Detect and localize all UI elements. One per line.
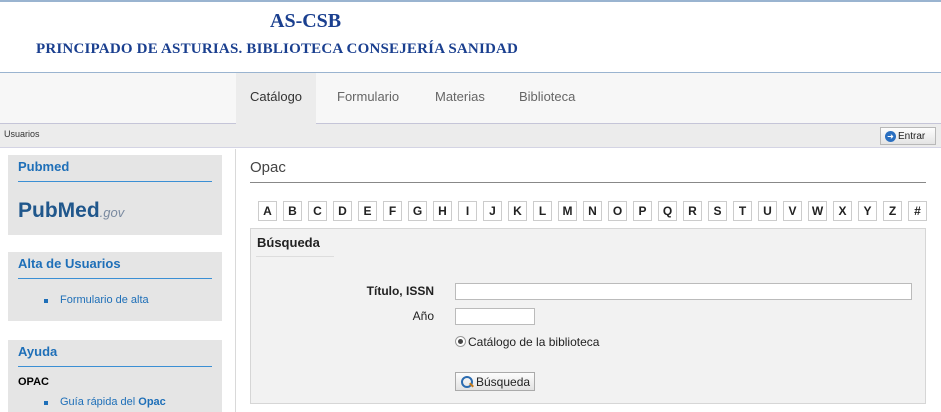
main-nav: Catálogo Formulario Materias Biblioteca xyxy=(0,73,941,124)
letter-j-button[interactable]: J xyxy=(483,201,502,221)
search-button-label: Búsqueda xyxy=(476,374,531,389)
letter-o-button[interactable]: O xyxy=(608,201,627,221)
letter-q-button[interactable]: Q xyxy=(658,201,677,221)
letter-u-button[interactable]: U xyxy=(758,201,777,221)
site-subtitle: PRINCIPADO DE ASTURIAS. BIBLIOTECA CONSE… xyxy=(36,41,519,57)
alphabet-index: A B C D E F G H I J K L M N O P Q R S T U V W X Y Z # xyxy=(258,201,927,221)
sidebar-divider xyxy=(235,149,236,412)
alta-heading: Alta de Usuarios xyxy=(18,256,121,271)
letter-h-button[interactable]: H xyxy=(433,201,452,221)
login-button-label: Entrar xyxy=(898,130,926,142)
alta-rule xyxy=(18,278,212,279)
ayuda-rule xyxy=(18,366,212,367)
ayuda-heading: Ayuda xyxy=(18,344,58,359)
letter-r-button[interactable]: R xyxy=(683,201,702,221)
title-issn-input[interactable] xyxy=(455,283,912,300)
letter-l-button[interactable]: L xyxy=(533,201,552,221)
nav-item-formulario[interactable]: Formulario xyxy=(323,73,413,124)
letter-a-button[interactable]: A xyxy=(258,201,277,221)
pubmed-rule xyxy=(18,181,212,182)
magnifier-icon xyxy=(460,375,474,389)
pubmed-logo-suffix: .gov xyxy=(99,205,125,220)
letter-y-button[interactable]: Y xyxy=(858,201,877,221)
letter-w-button[interactable]: W xyxy=(808,201,827,221)
opac-label: OPAC xyxy=(18,376,49,388)
letter-p-button[interactable]: P xyxy=(633,201,652,221)
year-input[interactable] xyxy=(455,308,535,325)
letter-m-button[interactable]: M xyxy=(558,201,577,221)
formulario-alta-link[interactable]: Formulario de alta xyxy=(44,294,149,306)
letter-hash-button[interactable]: # xyxy=(908,201,927,221)
catalog-radio[interactable] xyxy=(455,336,466,347)
letter-s-button[interactable]: S xyxy=(708,201,727,221)
letter-i-button[interactable]: I xyxy=(458,201,477,221)
pubmed-logo-main: PubMed xyxy=(18,199,100,222)
user-bar: Usuarios ➜ Entrar xyxy=(0,124,941,148)
arrow-right-icon: ➜ xyxy=(885,130,896,142)
guia-opac-link[interactable]: Guía rápida del Opac xyxy=(44,396,166,408)
letter-g-button[interactable]: G xyxy=(408,201,427,221)
pubmed-box: Pubmed PubMed.gov xyxy=(8,155,222,235)
title-issn-label: Título, ISSN xyxy=(366,284,434,298)
letter-c-button[interactable]: C xyxy=(308,201,327,221)
letter-d-button[interactable]: D xyxy=(333,201,352,221)
search-heading: Búsqueda xyxy=(256,235,334,257)
letter-n-button[interactable]: N xyxy=(583,201,602,221)
letter-e-button[interactable]: E xyxy=(358,201,377,221)
letter-b-button[interactable]: B xyxy=(283,201,302,221)
guia-link-bold: Opac xyxy=(138,396,166,408)
year-label: Año xyxy=(412,309,434,323)
letter-f-button[interactable]: F xyxy=(383,201,402,221)
letter-x-button[interactable]: X xyxy=(833,201,852,221)
letter-k-button[interactable]: K xyxy=(508,201,527,221)
search-button[interactable]: Búsqueda xyxy=(455,372,535,391)
pubmed-heading: Pubmed xyxy=(18,159,70,174)
top-border xyxy=(0,0,941,2)
alta-box: Alta de Usuarios Formulario de alta xyxy=(8,252,222,321)
users-label: Usuarios xyxy=(4,129,40,139)
pubmed-logo[interactable]: PubMed.gov xyxy=(18,199,124,223)
guia-link-prefix: Guía rápida del xyxy=(60,396,139,408)
catalog-radio-label: Catálogo de la biblioteca xyxy=(468,335,600,349)
letter-z-button[interactable]: Z xyxy=(883,201,902,221)
login-button[interactable]: ➜ Entrar xyxy=(880,127,936,145)
nav-item-materias[interactable]: Materias xyxy=(421,73,499,124)
nav-item-biblioteca[interactable]: Biblioteca xyxy=(505,73,589,124)
letter-v-button[interactable]: V xyxy=(783,201,802,221)
title-rule xyxy=(250,182,926,183)
page-title: Opac xyxy=(250,159,286,176)
letter-t-button[interactable]: T xyxy=(733,201,752,221)
nav-item-catalogo[interactable]: Catálogo xyxy=(236,73,317,124)
site-title: AS-CSB xyxy=(270,10,342,32)
